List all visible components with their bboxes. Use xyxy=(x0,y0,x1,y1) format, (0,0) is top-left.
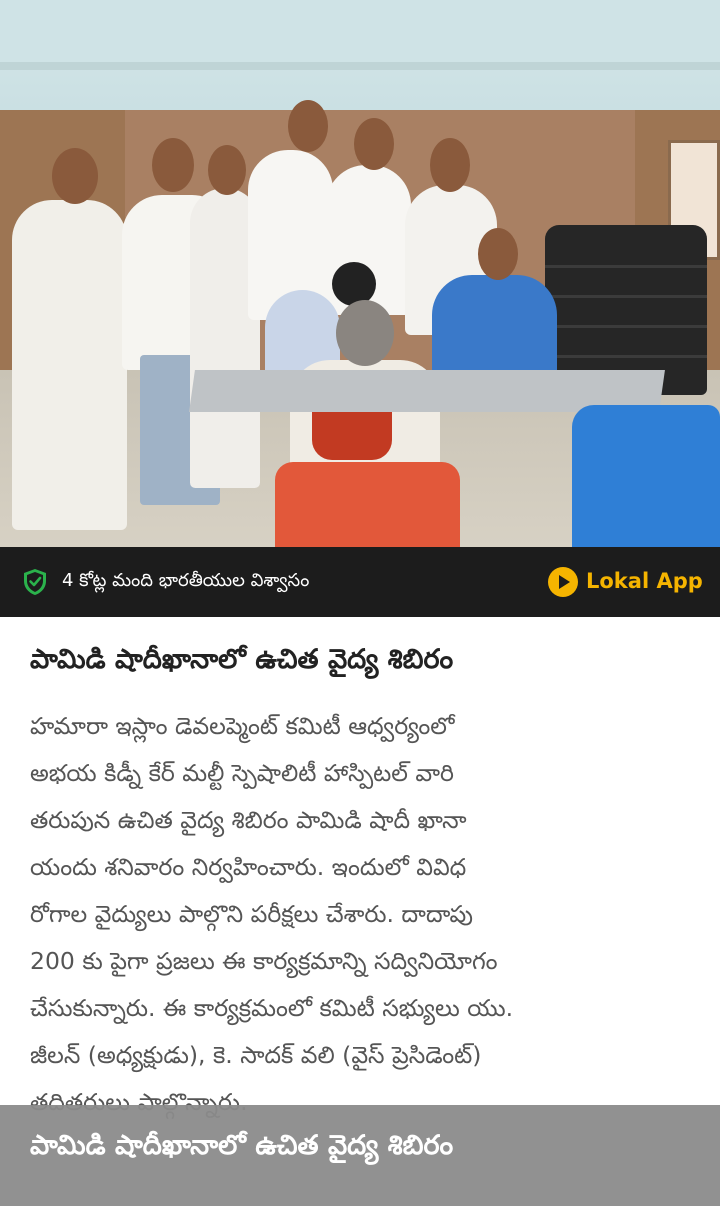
person-head xyxy=(354,118,394,170)
blue-chair xyxy=(572,405,720,547)
play-circle-icon xyxy=(548,567,578,597)
caption-title: పామిడి షాదీఖానాలో ఉచిత వైద్య శిబిరం xyxy=(30,1130,454,1161)
ceiling-beam xyxy=(0,62,720,70)
shield-check-icon xyxy=(24,569,46,595)
person-head xyxy=(336,300,394,366)
person xyxy=(12,200,127,530)
person-head xyxy=(430,138,470,192)
person-head xyxy=(208,145,246,195)
person-head xyxy=(152,138,194,192)
red-chair xyxy=(275,462,460,547)
article-body: హమారా ఇస్లాం డెవలప్మెంట్ కమిటీ ఆధ్వర్యంల… xyxy=(30,712,514,1116)
person-head xyxy=(52,148,98,204)
person-head xyxy=(288,100,328,152)
person-head xyxy=(478,228,518,280)
app-name[interactable]: Lokal App xyxy=(586,566,703,596)
article-title: పామిడి షాదీఖానాలో ఉచిత వైద్య శిబిరం xyxy=(30,644,454,675)
news-photo[interactable] xyxy=(0,0,720,547)
trust-text: 4 కోట్ల మంది భారతీయుల విశ్వాసం xyxy=(62,570,310,591)
